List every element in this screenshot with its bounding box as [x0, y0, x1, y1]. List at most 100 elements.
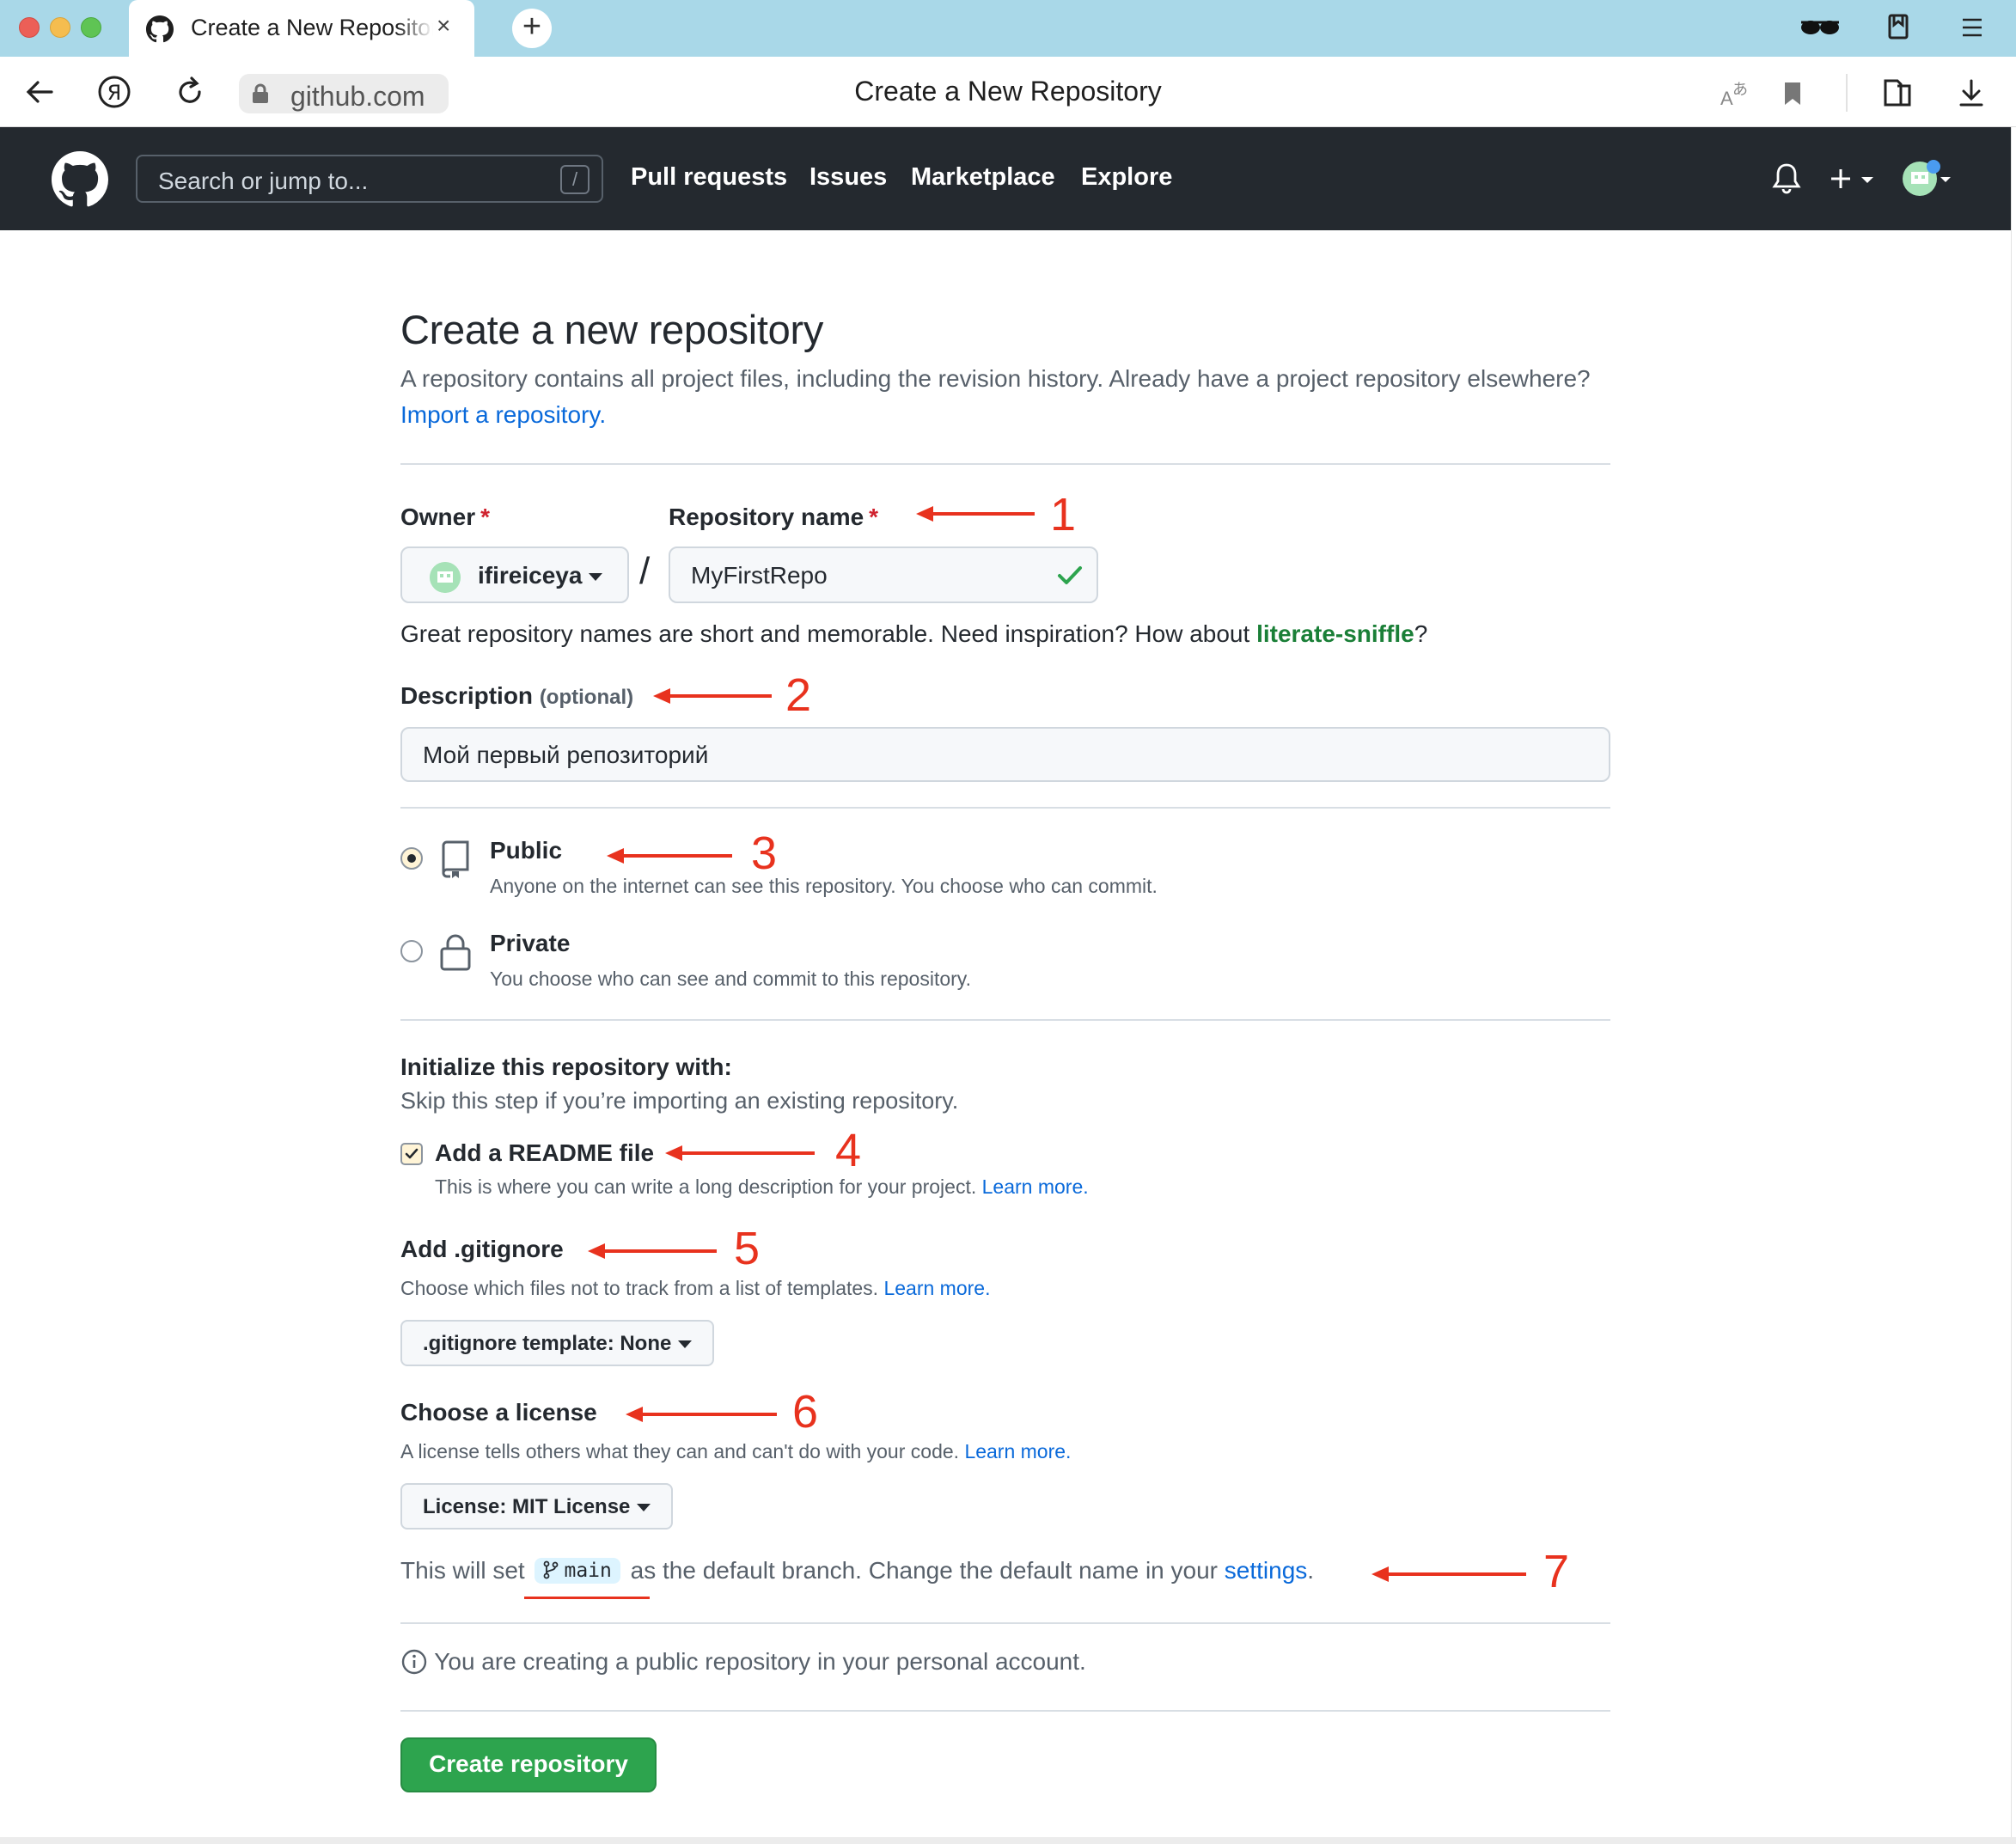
download-icon[interactable]: [1956, 77, 1987, 108]
license-learn-more-link[interactable]: Learn more.: [964, 1440, 1071, 1462]
annotation-number: 1: [1050, 489, 1077, 540]
tab-title: Create a New Repository: [191, 15, 433, 40]
owner-label: Owner *: [400, 504, 490, 531]
window-zoom-button[interactable]: [81, 17, 101, 38]
license-select[interactable]: License: MIT License: [400, 1483, 674, 1530]
public-radio[interactable]: [400, 847, 423, 870]
incognito-glasses-icon[interactable]: [1799, 15, 1841, 40]
search-shortcut-badge: /: [560, 165, 590, 194]
settings-link[interactable]: settings: [1225, 1557, 1308, 1584]
repository-name-input[interactable]: MyFirstRepo: [669, 546, 1098, 603]
svg-text:A: A: [1720, 88, 1733, 108]
annotation-arrow-icon: [626, 1407, 777, 1422]
lock-icon: [440, 934, 471, 971]
toolbar-divider: [1846, 74, 1848, 112]
gitignore-learn-more-link[interactable]: Learn more.: [883, 1277, 990, 1299]
branch-pill: main: [535, 1558, 620, 1584]
browser-tab-bar: Create a New Repository × +: [0, 0, 2016, 57]
public-description: Anyone on the internet can see this repo…: [490, 875, 1158, 897]
window-close-button[interactable]: [19, 17, 40, 38]
browser-tab[interactable]: Create a New Repository ×: [129, 0, 474, 57]
github-favicon-icon: [146, 15, 174, 43]
private-description: You choose who can see and commit to thi…: [490, 968, 971, 990]
owner-select[interactable]: ifireiceya: [400, 546, 629, 603]
private-radio[interactable]: [400, 940, 423, 962]
public-title: Public: [490, 837, 563, 864]
license-title: Choose a license: [400, 1399, 597, 1426]
annotation-arrow-icon: [607, 848, 732, 864]
divider: [400, 1622, 1610, 1624]
search-input[interactable]: Search or jump to... /: [136, 155, 603, 203]
nav-explore[interactable]: Explore: [1081, 163, 1172, 192]
window-minimize-button[interactable]: [50, 17, 70, 38]
gitignore-template-select[interactable]: .gitignore template: None: [400, 1320, 715, 1366]
optional-tag: (optional): [539, 686, 634, 709]
address-page-title: Create a New Repository: [854, 76, 1162, 107]
init-subtitle: Skip this step if you’re importing an ex…: [400, 1088, 959, 1114]
github-logo-icon[interactable]: [52, 151, 108, 208]
user-avatar-menu[interactable]: [1901, 160, 1951, 198]
name-suggestion-link[interactable]: literate-sniffle: [1256, 620, 1414, 647]
annotation-arrow-icon: [653, 688, 772, 704]
bookmark-icon[interactable]: [1782, 81, 1803, 107]
annotation-number: 5: [734, 1223, 761, 1274]
annotation-number: 6: [792, 1386, 819, 1438]
avatar-icon: [1903, 160, 1951, 196]
svg-text:あ: あ: [1732, 81, 1748, 99]
divider: [400, 807, 1610, 809]
readme-description: This is where you can write a long descr…: [435, 1175, 1089, 1199]
divider: [400, 1019, 1610, 1021]
lead-text: A repository contains all project files,…: [400, 365, 1591, 392]
license-description-text: A license tells others what they can and…: [400, 1440, 960, 1462]
gitignore-description: Choose which files not to track from a l…: [400, 1277, 990, 1300]
new-tab-button[interactable]: +: [512, 9, 552, 48]
readme-label[interactable]: Add a README file: [435, 1139, 654, 1167]
info-icon: [401, 1649, 427, 1675]
annotation-number: 2: [785, 669, 812, 721]
readme-description-text: This is where you can write a long descr…: [435, 1175, 977, 1198]
license-description: A license tells others what they can and…: [400, 1440, 1071, 1463]
notifications-bell-icon[interactable]: [1772, 162, 1801, 194]
readme-checkbox[interactable]: [400, 1143, 423, 1165]
annotation-number: 3: [751, 827, 778, 879]
page-lead: A repository contains all project files,…: [400, 361, 1621, 433]
annotation-number: 7: [1543, 1546, 1570, 1597]
collections-icon[interactable]: [1884, 12, 1913, 43]
branch-name: main: [564, 1560, 612, 1582]
tab-close-icon[interactable]: ×: [437, 12, 450, 40]
annotation-arrow-icon: [588, 1243, 717, 1259]
description-input[interactable]: Мой первый репозиторий: [400, 727, 1610, 782]
git-branch-icon: [544, 1560, 559, 1579]
owner-name-text: ifireiceya: [478, 562, 583, 589]
sidebar-panel-icon[interactable]: [1880, 76, 1915, 110]
readme-learn-more-link[interactable]: Learn more.: [982, 1175, 1089, 1198]
required-mark: *: [869, 504, 879, 530]
translate-icon[interactable]: A あ: [1719, 79, 1753, 108]
valid-check-icon: [1058, 566, 1082, 584]
gitignore-title: Add .gitignore: [400, 1236, 564, 1262]
name-hint-text: Great repository names are short and mem…: [400, 620, 1250, 647]
gitignore-select-label: .gitignore template: None: [423, 1332, 672, 1355]
import-repository-link[interactable]: Import a repository.: [400, 401, 606, 428]
branch-suffix: .: [1307, 1557, 1315, 1584]
main-content: Create a new repository A repository con…: [0, 230, 2011, 1837]
nav-pull-requests[interactable]: Pull requests: [631, 163, 787, 192]
nav-issues[interactable]: Issues: [809, 163, 887, 192]
github-header: Search or jump to... / Pull requests Iss…: [0, 127, 2011, 230]
divider: [400, 1710, 1610, 1712]
branch-middle-text: as the default branch. Change the defaul…: [630, 1557, 1219, 1584]
gitignore-description-text: Choose which files not to track from a l…: [400, 1277, 879, 1299]
name-hint-suffix: ?: [1414, 620, 1428, 647]
caret-down-icon: [589, 573, 603, 582]
create-new-plus-icon[interactable]: [1830, 167, 1879, 192]
owner-label-text: Owner: [400, 504, 476, 530]
repo-name-label: Repository name *: [669, 504, 878, 531]
visibility-info-text: You are creating a public repository in …: [434, 1648, 1086, 1675]
menu-hamburger-icon[interactable]: [1961, 17, 1983, 38]
browser-address-bar: Я github.com Create a New Repository A あ: [0, 57, 2016, 127]
annotation-arrow-icon: [665, 1145, 815, 1161]
owner-avatar-icon: [430, 562, 461, 593]
window-scrollbar[interactable]: [2011, 127, 2016, 1844]
create-repository-button[interactable]: Create repository: [400, 1737, 657, 1792]
nav-marketplace[interactable]: Marketplace: [911, 163, 1055, 192]
